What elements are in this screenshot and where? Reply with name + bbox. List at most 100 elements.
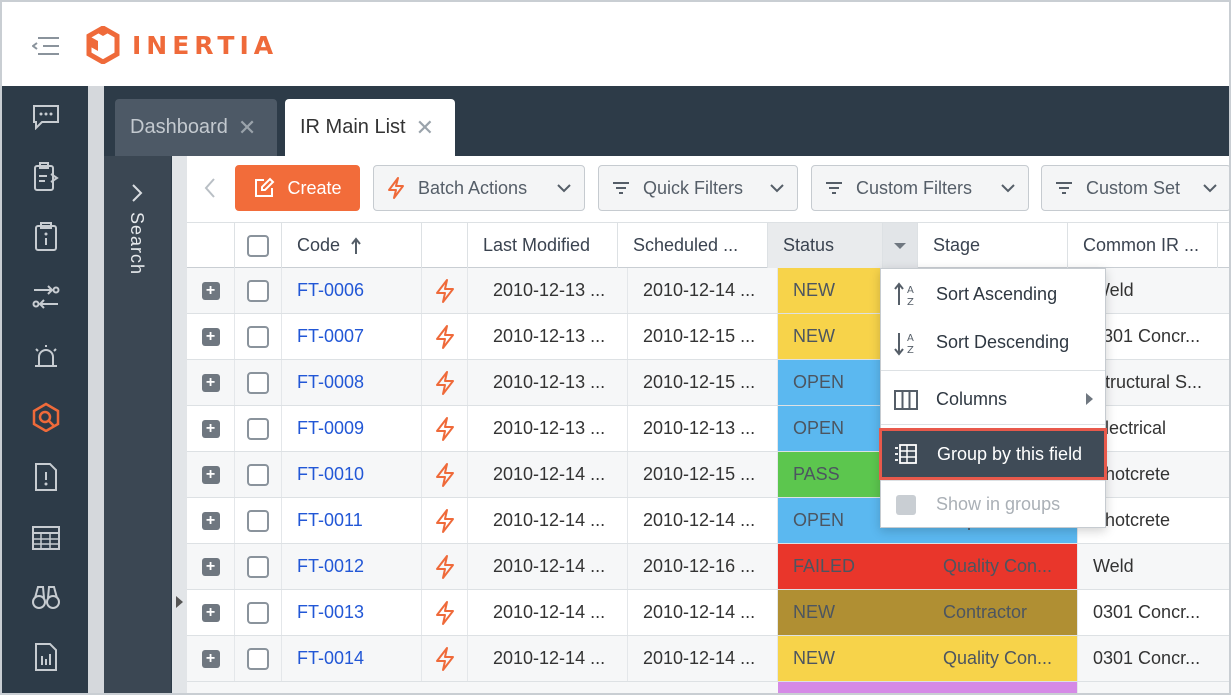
chevron-right-icon[interactable] <box>130 182 144 210</box>
code-link[interactable]: FT-0007 <box>282 314 422 359</box>
select-cell <box>235 314 282 359</box>
row-checkbox[interactable] <box>247 555 269 578</box>
expand-cell: + <box>187 268 235 313</box>
row-checkbox[interactable] <box>247 371 269 394</box>
header-last-modified[interactable]: Last Modified <box>468 223 618 268</box>
last-modified-cell: 2010-12-13 ... <box>478 268 628 313</box>
code-link[interactable]: FT-0014 <box>282 636 422 681</box>
report-alert-icon[interactable] <box>30 461 62 493</box>
row-checkbox[interactable] <box>247 417 269 440</box>
lightning-icon[interactable] <box>422 636 468 681</box>
binoculars-icon[interactable] <box>30 581 62 613</box>
expand-row-icon[interactable]: + <box>201 419 220 438</box>
expand-arrow-icon[interactable] <box>176 596 183 608</box>
expand-row-icon[interactable]: + <box>201 373 220 392</box>
scheduled-cell: 2010-12-14 ... <box>628 590 778 635</box>
tab-ir-main-list[interactable]: IR Main List ✕ <box>285 99 455 156</box>
caret-down-icon <box>894 242 906 249</box>
table-row[interactable]: + FT-0012 2010-12-14 ... 2010-12-16 ... FAIL… <box>187 544 1229 590</box>
last-modified-cell: 2010-12-14 ... <box>478 498 628 543</box>
row-checkbox[interactable] <box>247 647 269 670</box>
clipboard-info-icon[interactable] <box>30 221 62 253</box>
column-menu-button[interactable] <box>883 223 918 268</box>
batch-actions-button[interactable]: Batch Actions <box>373 165 585 211</box>
lightning-icon[interactable] <box>422 406 468 451</box>
menu-item-group-by-field[interactable]: Group by this field <box>879 428 1107 480</box>
row-checkbox[interactable] <box>247 325 269 348</box>
header-code[interactable]: Code <box>282 223 422 268</box>
custom-set-button[interactable]: Custom Set <box>1041 165 1229 211</box>
show-in-groups-label: Show in groups <box>936 493 1061 514</box>
code-link[interactable]: FT-0009 <box>282 406 422 451</box>
expand-row-icon[interactable]: + <box>201 465 220 484</box>
columns-icon <box>893 387 919 413</box>
expand-row-icon[interactable]: + <box>201 649 220 668</box>
lightning-icon[interactable] <box>422 452 468 497</box>
search-panel[interactable]: Search <box>104 156 172 693</box>
checkbox-icon <box>893 492 919 518</box>
code-link[interactable]: FT-0012 <box>282 544 422 589</box>
alarm-icon[interactable] <box>30 341 62 373</box>
chevron-left-icon[interactable] <box>203 176 217 207</box>
code-link[interactable]: FT-0008 <box>282 360 422 405</box>
header-scheduled[interactable]: Scheduled ... <box>618 223 768 268</box>
expand-cell: + <box>187 498 235 543</box>
expand-cell: + <box>187 544 235 589</box>
table-row[interactable]: + FT-0013 2010-12-14 ... 2010-12-14 ... NEW C… <box>187 590 1229 636</box>
lightning-icon[interactable] <box>422 360 468 405</box>
logo[interactable]: INERTIA <box>86 26 278 64</box>
row-checkbox[interactable] <box>247 279 269 302</box>
header-select-all[interactable] <box>235 223 282 268</box>
header-stage[interactable]: Stage <box>918 223 1068 268</box>
header-common-ir[interactable]: Common IR ... <box>1068 223 1218 268</box>
expand-row-icon[interactable]: + <box>201 327 220 346</box>
calendar-icon[interactable] <box>30 521 62 553</box>
table-row[interactable] <box>187 682 1229 693</box>
transfer-icon[interactable] <box>30 281 62 313</box>
code-link[interactable]: FT-0006 <box>282 268 422 313</box>
inspection-icon[interactable] <box>30 401 62 433</box>
code-link[interactable]: FT-0013 <box>282 590 422 635</box>
code-link[interactable]: FT-0010 <box>282 452 422 497</box>
lightning-icon[interactable] <box>422 268 468 313</box>
menu-item-show-in-groups[interactable]: Show in groups <box>881 481 1105 527</box>
tab-dashboard[interactable]: Dashboard ✕ <box>115 99 277 156</box>
select-cell <box>235 360 282 405</box>
row-checkbox[interactable] <box>247 601 269 624</box>
code-link[interactable]: FT-0011 <box>282 498 422 543</box>
svg-text:Z: Z <box>907 297 914 308</box>
expand-row-icon[interactable]: + <box>201 557 220 576</box>
menu-item-columns[interactable]: Columns <box>881 376 1105 422</box>
table-row[interactable]: + FT-0014 2010-12-14 ... 2010-12-14 ... NEW Q… <box>187 636 1229 682</box>
last-modified-cell: 2010-12-14 ... <box>478 544 628 589</box>
select-all-checkbox[interactable] <box>247 234 269 257</box>
clipboard-export-icon[interactable] <box>30 161 62 193</box>
menu-item-sort-descending[interactable]: AZ Sort Descending <box>881 319 1105 365</box>
header-status[interactable]: Status <box>768 223 883 268</box>
panel-gutter[interactable] <box>172 156 187 693</box>
select-cell <box>235 590 282 635</box>
collapse-menu-icon[interactable] <box>31 35 60 57</box>
lightning-icon[interactable] <box>422 544 468 589</box>
chat-icon[interactable] <box>30 101 62 133</box>
scheduled-cell: 2010-12-15 ... <box>628 360 778 405</box>
expand-cell: + <box>187 360 235 405</box>
lightning-icon[interactable] <box>422 590 468 635</box>
create-button[interactable]: Create <box>235 165 360 211</box>
expand-row-icon[interactable]: + <box>201 511 220 530</box>
scheduled-cell: 2010-12-14 ... <box>628 498 778 543</box>
expand-row-icon[interactable]: + <box>201 281 220 300</box>
close-icon[interactable]: ✕ <box>238 115 256 141</box>
quick-filters-button[interactable]: Quick Filters <box>598 165 798 211</box>
row-checkbox[interactable] <box>247 463 269 486</box>
lightning-icon[interactable] <box>422 314 468 359</box>
menu-item-sort-ascending[interactable]: AZ Sort Ascending <box>881 271 1105 317</box>
custom-filters-button[interactable]: Custom Filters <box>811 165 1029 211</box>
close-icon[interactable]: ✕ <box>416 115 434 141</box>
scheduled-cell: 2010-12-14 ... <box>628 636 778 681</box>
expand-row-icon[interactable]: + <box>201 603 220 622</box>
logo-text: INERTIA <box>132 30 279 60</box>
row-checkbox[interactable] <box>247 509 269 532</box>
lightning-icon[interactable] <box>422 498 468 543</box>
report-chart-icon[interactable] <box>30 641 62 673</box>
